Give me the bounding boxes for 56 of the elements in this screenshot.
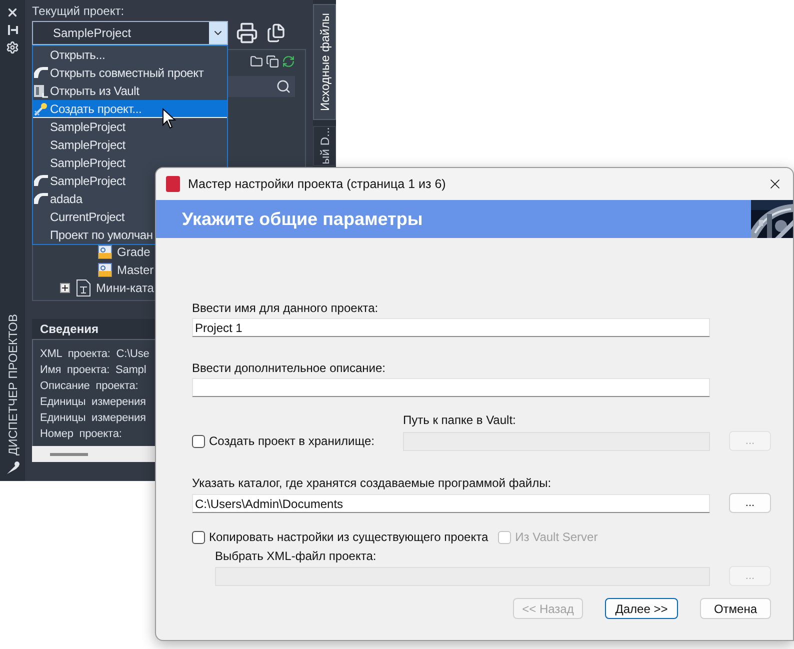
field-label: Указать каталог, где хранятся создаваемые программой файлы: [192,476,552,490]
menu-item[interactable]: Открыть из Vault [33,82,227,100]
side-tab[interactable]: Исходные файлы [313,4,336,120]
checkbox[interactable]: Создать проект в хранилище: [192,434,375,448]
catalog-icon [75,279,91,297]
field-label: Путь к папке в Vault: [403,413,517,427]
checkbox[interactable]: Копировать настройки из существующего проекта [192,530,488,544]
sheet-icon [98,245,112,259]
expand-icon[interactable] [60,283,70,293]
menu-item[interactable]: SampleProject [33,118,227,136]
menu-item[interactable]: SampleProject [33,136,227,154]
dialog-button[interactable]: Отмена [700,598,771,619]
folder-icon[interactable] [250,55,263,68]
banner-title: Укажите общие параметры [181,208,424,230]
tree-item[interactable]: Grade [117,245,150,259]
menu-item[interactable]: SampleProject [33,154,227,172]
input-field[interactable]: C:\Users\Admin\Documents [192,494,710,512]
browse-button[interactable]: ... [729,493,771,513]
dropdown-button[interactable] [209,22,227,44]
tree-item[interactable]: Мини-ката [96,281,154,295]
input-field[interactable] [192,378,710,397]
dialog-button[interactable]: Далее >> [605,598,678,619]
menu-item[interactable]: Открыть... [33,46,227,64]
arch-icon [33,174,49,186]
menu-item[interactable]: Открыть совместный проект [33,64,227,82]
menu-item[interactable]: Создать проект... [33,100,227,118]
app-icon [166,176,180,192]
details-line: Номер проекта: [40,427,122,442]
details-line: Имя проекта: Sampl [40,363,146,378]
palette-title: ДИСПЕТЧЕР ПРОЕКТОВ [6,314,20,456]
sheet-icon [98,263,112,277]
field-label: Ввести дополнительное описание: [192,361,386,375]
cursor-icon [162,108,176,129]
copy-icon[interactable] [266,55,279,68]
details-line: Единицы измерения [40,411,146,426]
input-field[interactable]: Project 1 [192,318,710,337]
tree-item[interactable]: Master [117,263,154,277]
wand-icon [33,102,49,116]
vault-icon [33,84,49,98]
refresh-icon[interactable] [282,55,295,68]
arch-icon [33,192,49,204]
project-combobox[interactable]: SampleProject [32,21,228,45]
settings-icon[interactable] [6,41,19,54]
details-line: Описание проекта: [40,379,138,394]
arch-icon [33,66,49,78]
side-tab[interactable]: ый D... [313,126,336,166]
details-line: Единицы измерения [40,395,146,410]
window-title: Мастер настройки проекта (страница 1 из 6) [188,177,447,191]
current-project-label: Текущий проект: [32,4,126,18]
search-icon [276,79,291,94]
close-icon[interactable] [6,6,19,19]
field-label: Ввести имя для данного проекта: [192,301,380,315]
details-line: XML проекта: C:\Use [40,347,150,362]
field-label: Выбрать XML-файл проекта: [215,549,378,563]
copy-icon[interactable] [266,23,286,43]
print-icon[interactable] [236,22,258,44]
